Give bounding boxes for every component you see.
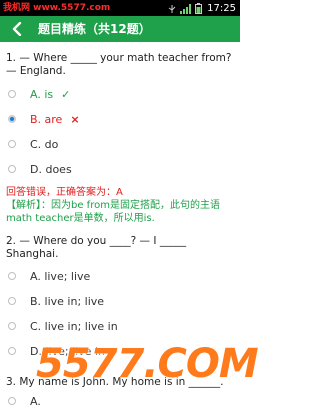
radio-button[interactable] [8, 90, 16, 98]
back-button[interactable] [6, 16, 28, 42]
radio-button[interactable] [8, 165, 16, 173]
question-3-text: 3. My name is John. My home is in ______… [6, 376, 224, 388]
question-1-text: 1. — Where _____ your math teacher from?… [6, 52, 232, 77]
battery-icon [195, 0, 203, 18]
radio-button[interactable] [8, 397, 16, 405]
q2-option-c[interactable]: C. live in; live in [0, 314, 240, 339]
radio-button[interactable] [8, 272, 16, 280]
status-icons: 17:25 [167, 0, 236, 16]
signal-icon [180, 0, 192, 18]
radio-button-selected[interactable] [8, 115, 16, 123]
q2-option-b[interactable]: B. live in; live [0, 289, 240, 314]
option-label: C. live in; live in [30, 320, 118, 333]
option-label: D. live; live in [30, 345, 105, 358]
answer-analysis: 【解析】：因为be from是固定搭配，此句的主语math teacher是单数… [6, 200, 220, 224]
option-label: D. does [30, 163, 72, 176]
radio-button[interactable] [8, 297, 16, 305]
q1-option-b[interactable]: B. are × [0, 107, 240, 132]
q3-option-a[interactable]: A. [0, 389, 240, 414]
option-label: A. live; live [30, 270, 91, 283]
option-label: B. are [30, 113, 63, 126]
title-bar: 题目精练（共12题） [0, 16, 240, 42]
q1-option-a[interactable]: A. is ✓ [0, 82, 240, 107]
chevron-left-icon [12, 22, 22, 36]
check-icon: ✓ [61, 88, 71, 101]
status-time: 17:25 [207, 2, 236, 14]
usb-icon [167, 0, 177, 18]
q1-option-c[interactable]: C. do [0, 132, 240, 157]
radio-button[interactable] [8, 140, 16, 148]
page-title: 题目精练（共12题） [38, 22, 151, 36]
option-label: C. do [30, 138, 59, 151]
option-label: B. live in; live [30, 295, 105, 308]
radio-button[interactable] [8, 322, 16, 330]
cross-icon: × [70, 113, 80, 126]
q1-option-d[interactable]: D. does [0, 157, 240, 182]
q2-option-a[interactable]: A. live; live [0, 264, 240, 289]
q2-option-d[interactable]: D. live; live in [0, 339, 240, 364]
option-label: A. is [30, 88, 54, 101]
question-2-text: 2. — Where do you ____? — I _____ Shangh… [6, 235, 187, 260]
status-site-text: 我机网 www.5577.com [3, 3, 111, 13]
status-bar: 我机网 www.5577.com 17:25 [0, 0, 240, 16]
question-list[interactable]: 1. — Where _____ your math teacher from?… [0, 42, 240, 414]
option-label: A. [30, 395, 41, 408]
radio-button[interactable] [8, 347, 16, 355]
answer-result: 回答错误，正确答案为：A [6, 187, 123, 198]
